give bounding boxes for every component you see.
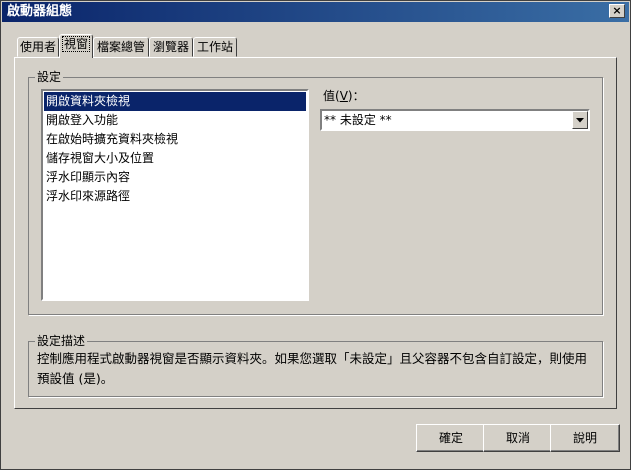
tab-browser-label: 瀏覽器 [152, 40, 189, 54]
value-label-hotkey: V [339, 89, 348, 103]
value-label-prefix: 值( [323, 89, 340, 103]
value-dropdown[interactable]: ** 未設定 ** [320, 109, 590, 131]
title-bar: 啟動器組態 × [2, 2, 629, 22]
settings-listbox[interactable]: 開啟資料夾檢視 開啟登入功能 在啟始時擴充資料夾檢視 儲存視窗大小及位置 浮水印… [41, 89, 309, 301]
value-label-suffix: )： [347, 89, 365, 103]
ok-button[interactable]: 確定 [416, 424, 486, 452]
close-button[interactable]: × [609, 4, 625, 18]
cancel-button[interactable]: 取消 [483, 424, 553, 452]
list-item[interactable]: 浮水印來源路徑 [44, 187, 306, 206]
settings-group-label: 設定 [35, 70, 64, 84]
list-item[interactable]: 在啟始時擴充資料夾檢視 [44, 130, 306, 149]
tab-window-label: 視窗 [61, 36, 90, 52]
list-item[interactable]: 浮水印顯示內容 [44, 168, 306, 187]
help-button[interactable]: 說明 [550, 424, 620, 452]
description-text: 控制應用程式啟動器視窗是否顯示資料夾。如果您選取「未設定」且父容器不包含自訂設定… [37, 351, 588, 386]
tab-workstation-label: 工作站 [196, 40, 233, 54]
description-group-label: 設定描述 [35, 334, 88, 348]
launcher-config-dialog: 啟動器組態 × 使用者 視窗 檔案總管 瀏覽器 工作站 設定 開啟資料夾檢視 開… [0, 0, 631, 470]
tab-file-manager[interactable]: 檔案總管 [93, 37, 149, 57]
value-dropdown-selected: ** 未設定 ** [324, 113, 392, 127]
tab-users[interactable]: 使用者 [17, 37, 59, 57]
list-item[interactable]: 開啟資料夾檢視 [44, 92, 306, 111]
window-title: 啟動器組態 [7, 4, 73, 19]
tab-users-label: 使用者 [19, 40, 56, 54]
list-item[interactable]: 儲存視窗大小及位置 [44, 149, 306, 168]
tab-browser[interactable]: 瀏覽器 [149, 37, 193, 57]
tab-file-manager-label: 檔案總管 [96, 40, 145, 54]
list-item[interactable]: 開啟登入功能 [44, 111, 306, 130]
close-icon: × [612, 4, 622, 17]
chevron-down-icon [576, 118, 584, 123]
tab-window[interactable]: 視窗 [59, 34, 93, 58]
tab-workstation[interactable]: 工作站 [193, 37, 237, 57]
value-label: 值(V)： [323, 89, 365, 103]
dropdown-button[interactable] [572, 111, 588, 129]
